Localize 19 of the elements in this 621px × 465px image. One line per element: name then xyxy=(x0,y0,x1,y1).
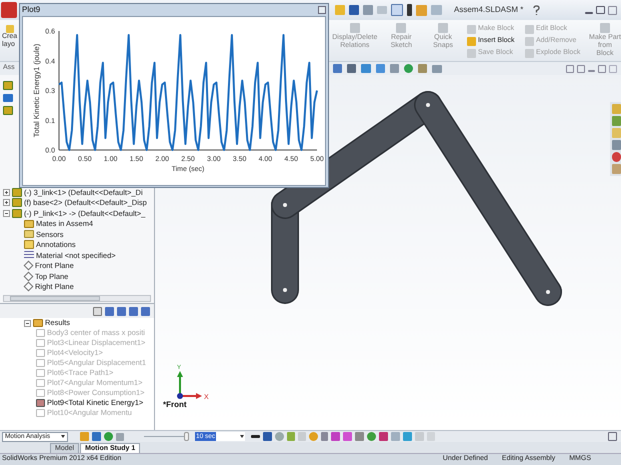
expand-toggle[interactable] xyxy=(3,188,10,196)
collapse-toggle[interactable] xyxy=(24,320,31,326)
plane-icon xyxy=(24,271,34,282)
minimize-icon[interactable] xyxy=(585,12,593,14)
plot-title: Plot9 xyxy=(22,4,40,16)
window-title: Assem4.SLDASM * xyxy=(454,4,524,16)
slider-thumb[interactable] xyxy=(184,432,189,441)
plane-icon xyxy=(24,282,34,292)
horizontal-scrollbar[interactable] xyxy=(3,295,151,302)
caret-icon xyxy=(240,435,244,438)
view-name: *Front xyxy=(163,399,187,411)
plane-icon xyxy=(24,260,34,271)
expand-toggle[interactable] xyxy=(3,199,10,206)
axis-triad-icon xyxy=(177,371,202,399)
playback-slider[interactable] xyxy=(144,432,189,441)
minimize-icon[interactable] xyxy=(588,70,595,72)
caret-icon xyxy=(61,435,65,438)
help-icon[interactable] xyxy=(533,4,540,16)
collapse-toggle[interactable] xyxy=(3,210,10,217)
